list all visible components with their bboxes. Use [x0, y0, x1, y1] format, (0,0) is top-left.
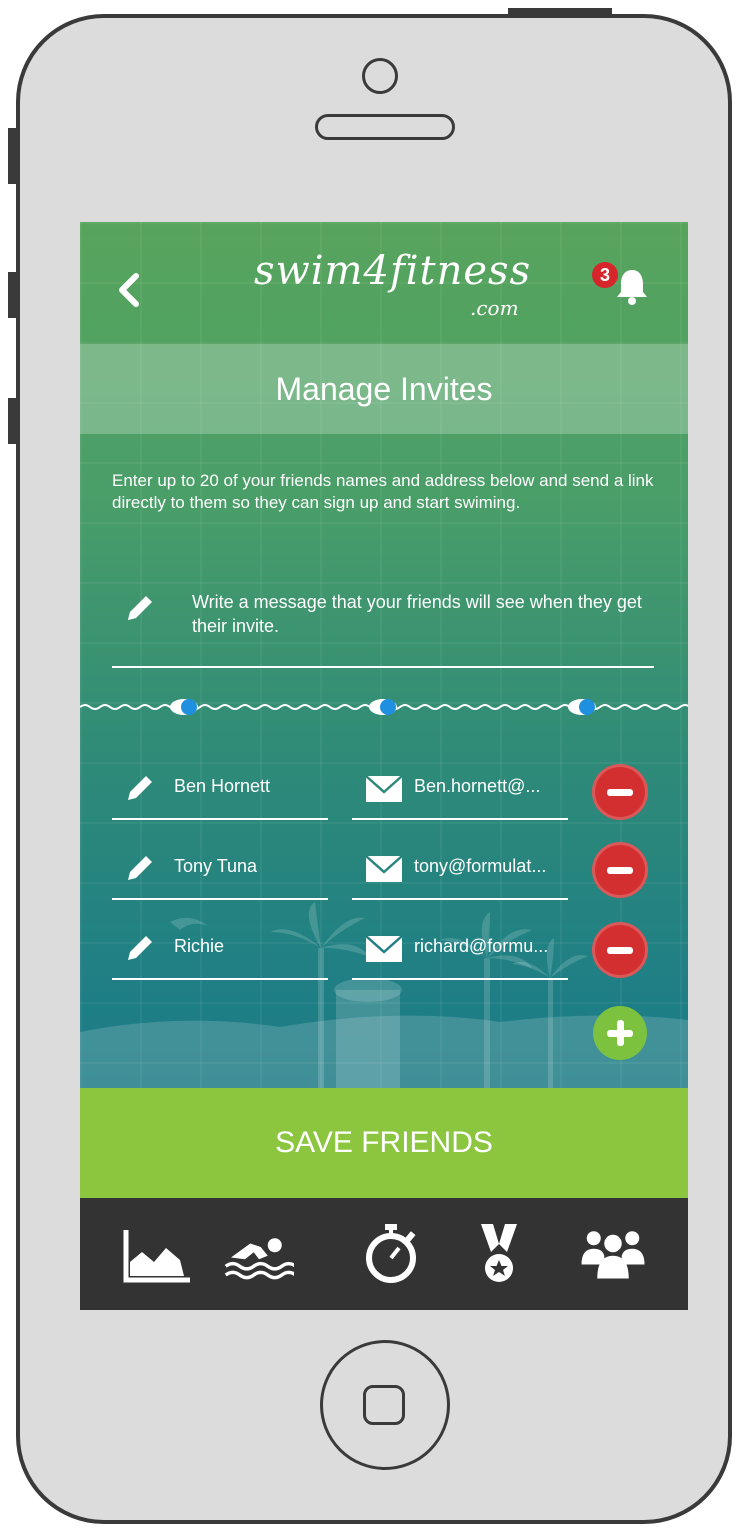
remove-friend-button[interactable]	[592, 922, 648, 978]
app-logo: swim4fitness .com	[240, 248, 540, 328]
envelope-icon	[365, 855, 403, 882]
lane-float-2	[369, 699, 397, 715]
friend-email-value: richard@formu...	[414, 936, 549, 956]
friend-name-field[interactable]: Richie	[112, 916, 328, 980]
bottom-tab-bar	[80, 1198, 688, 1310]
envelope-icon	[365, 775, 403, 802]
page-title: Manage Invites	[275, 371, 493, 407]
group-icon[interactable]	[578, 1222, 648, 1286]
pencil-icon	[128, 936, 152, 960]
phone-volume-up	[8, 272, 18, 318]
friend-email-field[interactable]: richard@formu...	[352, 916, 568, 980]
logo-main-text: swim4fitness	[254, 248, 532, 294]
front-camera	[362, 58, 398, 94]
phone-top-button	[508, 8, 612, 18]
pencil-icon	[128, 776, 152, 800]
friend-name-field[interactable]: Tony Tuna	[112, 836, 328, 900]
swimmer-icon[interactable]	[224, 1222, 294, 1286]
lane-float-3	[568, 699, 596, 715]
message-field[interactable]: Write a message that your friends will s…	[112, 586, 654, 668]
add-friend-button[interactable]	[593, 1006, 647, 1060]
friend-email-value: tony@formulat...	[414, 856, 547, 876]
pencil-icon	[128, 596, 152, 620]
chart-icon[interactable]	[122, 1222, 192, 1286]
pencil-icon	[128, 856, 152, 880]
medal-icon[interactable]	[464, 1222, 534, 1286]
title-bar: Manage Invites	[80, 344, 688, 434]
friend-email-value: Ben.hornett@...	[414, 776, 541, 796]
message-placeholder: Write a message that your friends will s…	[192, 592, 642, 636]
app-header: swim4fitness .com 3	[80, 222, 688, 344]
friend-name-field[interactable]: Ben Hornett	[112, 756, 328, 820]
earpiece	[315, 114, 455, 140]
stopwatch-icon[interactable]	[356, 1222, 426, 1286]
lane-rope-divider	[80, 699, 688, 715]
phone-volume-down	[8, 398, 18, 444]
friend-name-value: Richie	[174, 936, 225, 956]
home-button-square-icon	[363, 1385, 405, 1425]
envelope-icon	[365, 935, 403, 962]
lane-float-1	[170, 699, 198, 715]
friend-email-field[interactable]: tony@formulat...	[352, 836, 568, 900]
app-screen: swim4fitness .com 3 Manage Invites Enter…	[80, 222, 688, 1310]
friend-name-value: Ben Hornett	[174, 776, 271, 796]
logo-sub-text: .com	[470, 296, 519, 320]
remove-friend-button[interactable]	[592, 842, 648, 898]
save-friends-button[interactable]: SAVE FRIENDS	[80, 1088, 688, 1198]
intro-text: Enter up to 20 of your friends names and…	[112, 471, 654, 512]
remove-friend-button[interactable]	[592, 764, 648, 820]
notification-badge: 3	[592, 262, 618, 288]
back-chevron-icon[interactable]	[110, 270, 150, 310]
friend-email-field[interactable]: Ben.hornett@...	[352, 756, 568, 820]
friend-name-value: Tony Tuna	[174, 856, 258, 876]
bell-icon[interactable]	[612, 266, 652, 306]
phone-mute-switch	[8, 128, 18, 184]
